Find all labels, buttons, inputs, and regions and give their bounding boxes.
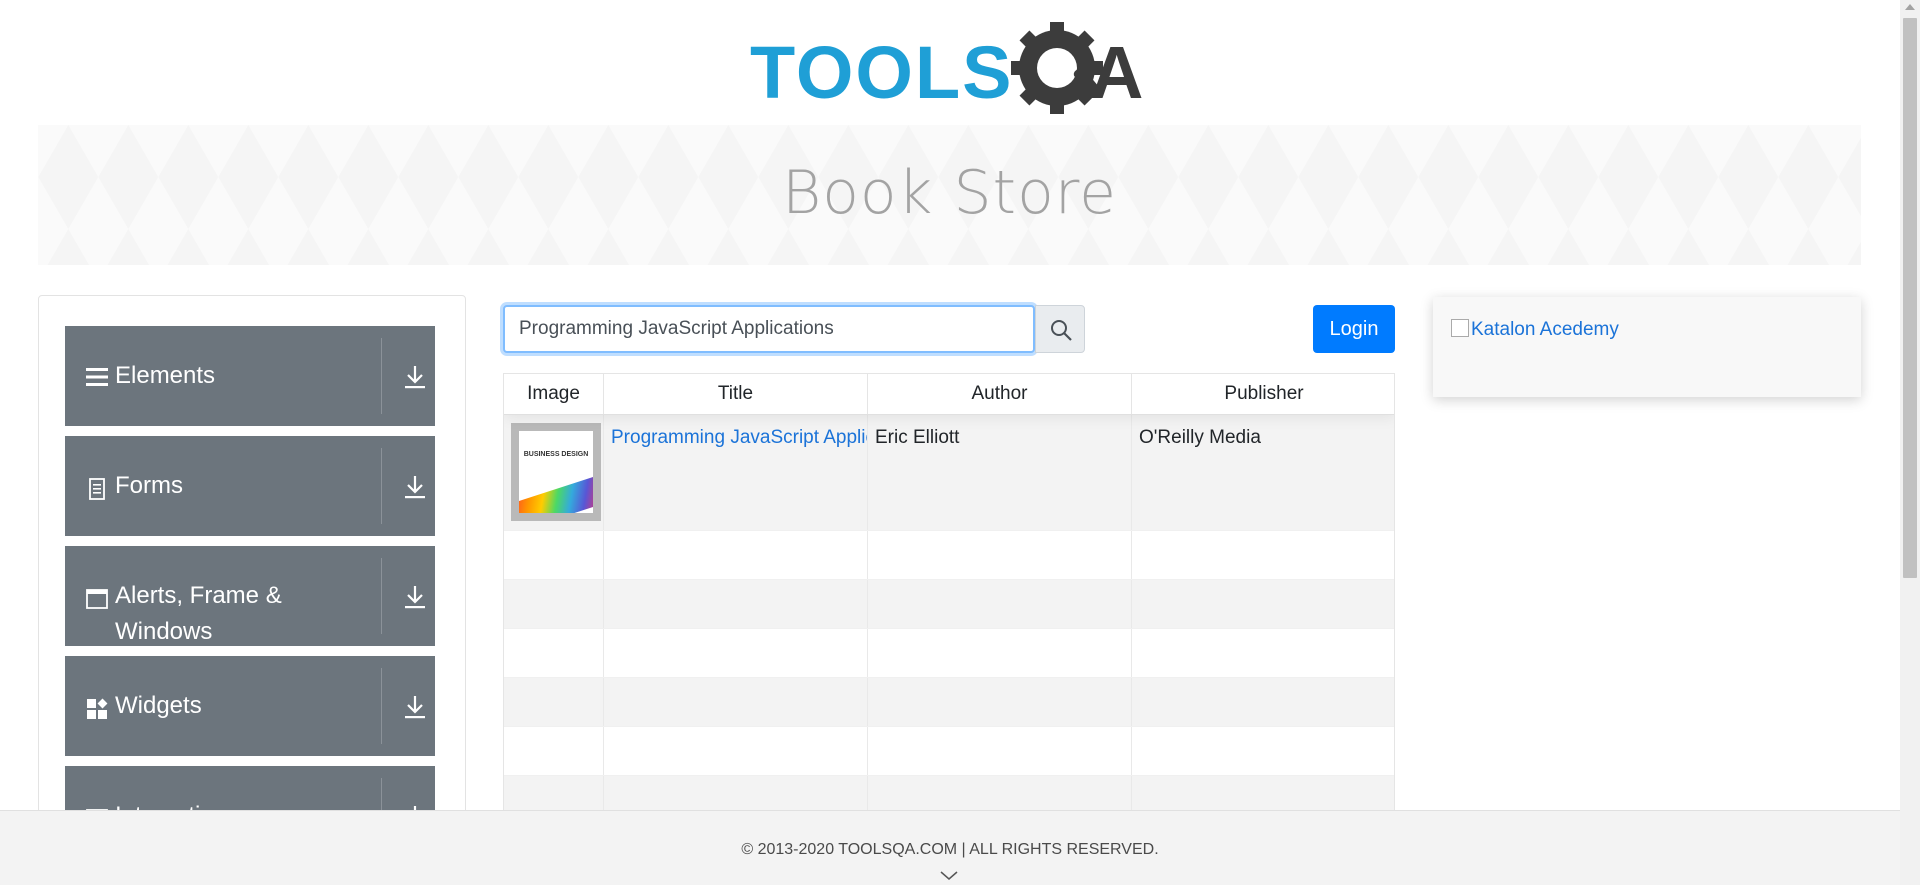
column-header-title[interactable]: Title bbox=[604, 374, 868, 414]
broken-image-icon bbox=[1451, 319, 1469, 337]
image-cell: BUSINESS DESIGN bbox=[504, 415, 604, 530]
hamburger-icon bbox=[86, 368, 108, 386]
header: TOOLS A bbox=[0, 0, 1900, 120]
widgets-icon bbox=[87, 698, 108, 719]
scrollbar-thumb[interactable] bbox=[1903, 18, 1917, 578]
sidebar-group-widgets[interactable]: Widgets bbox=[65, 656, 435, 756]
search-icon bbox=[1051, 320, 1072, 341]
vertical-scrollbar[interactable] bbox=[1900, 0, 1920, 885]
page: TOOLS A Book Store Elements Forms Alerts… bbox=[0, 0, 1900, 885]
book-cover-image: BUSINESS DESIGN bbox=[511, 423, 601, 521]
ad-image-link[interactable]: Katalon Acedemy bbox=[1451, 319, 1619, 341]
books-table: Image Title Author Publisher BUSINESS DE… bbox=[503, 373, 1395, 885]
footer: © 2013-2020 TOOLSQA.COM | ALL RIGHTS RES… bbox=[0, 810, 1900, 885]
sidebar-group-label-line2: Windows bbox=[115, 618, 213, 645]
title-cell: Programming JavaScript Applications bbox=[604, 415, 868, 530]
document-icon bbox=[89, 478, 105, 500]
book-title-link[interactable]: Programming JavaScript Applications bbox=[611, 427, 867, 448]
ad-banner[interactable]: Katalon Acedemy bbox=[1433, 297, 1861, 397]
column-header-publisher[interactable]: Publisher bbox=[1132, 374, 1394, 414]
download-icon[interactable] bbox=[403, 694, 427, 720]
page-title: Book Store bbox=[781, 158, 1118, 228]
column-header-image[interactable]: Image bbox=[504, 374, 604, 414]
publisher-cell: O'Reilly Media bbox=[1139, 427, 1261, 448]
sidebar: Elements Forms Alerts, Frame & Windows W… bbox=[38, 295, 466, 885]
sidebar-group-label: Widgets bbox=[115, 692, 202, 719]
table-row-empty bbox=[504, 629, 1394, 678]
sidebar-group-label: Forms bbox=[115, 472, 183, 499]
window-icon bbox=[86, 589, 108, 609]
search-button[interactable] bbox=[1035, 305, 1085, 353]
author-cell: Eric Elliott bbox=[868, 415, 1132, 530]
sidebar-group-label: Alerts, Frame & bbox=[115, 582, 282, 609]
divider bbox=[381, 338, 382, 414]
login-button[interactable]: Login bbox=[1313, 305, 1395, 353]
download-icon[interactable] bbox=[403, 364, 427, 390]
column-header-author[interactable]: Author bbox=[868, 374, 1132, 414]
ad-alt-text: Katalon Acedemy bbox=[1471, 319, 1619, 340]
download-icon[interactable] bbox=[403, 584, 427, 610]
divider bbox=[381, 448, 382, 524]
table-row-empty bbox=[504, 531, 1394, 580]
table-row-empty bbox=[504, 678, 1394, 727]
table-row-empty bbox=[504, 727, 1394, 776]
sidebar-group-forms[interactable]: Forms bbox=[65, 436, 435, 536]
search-box bbox=[503, 305, 1035, 353]
sidebar-group-elements[interactable]: Elements bbox=[65, 326, 435, 426]
download-icon[interactable] bbox=[403, 474, 427, 500]
table-header: Image Title Author Publisher bbox=[504, 374, 1394, 415]
table-row-empty bbox=[504, 580, 1394, 629]
toolsqa-logo[interactable]: TOOLS A bbox=[750, 20, 1150, 115]
table-row: BUSINESS DESIGN Programming JavaScript A… bbox=[504, 415, 1394, 531]
footer-copyright: © 2013-2020 TOOLSQA.COM | ALL RIGHTS RES… bbox=[741, 841, 1159, 858]
search-input[interactable] bbox=[503, 305, 1035, 353]
sidebar-group-alerts-frame-windows[interactable]: Alerts, Frame & Windows bbox=[65, 546, 435, 646]
scroll-up-arrow-icon[interactable] bbox=[1905, 4, 1915, 10]
divider bbox=[381, 668, 382, 744]
page-banner: Book Store bbox=[38, 125, 1861, 265]
svg-text:A: A bbox=[1090, 31, 1143, 114]
svg-text:TOOLS: TOOLS bbox=[750, 31, 1014, 114]
sidebar-group-label: Elements bbox=[115, 362, 216, 389]
divider bbox=[381, 558, 382, 634]
chevron-down-icon[interactable] bbox=[940, 871, 958, 881]
